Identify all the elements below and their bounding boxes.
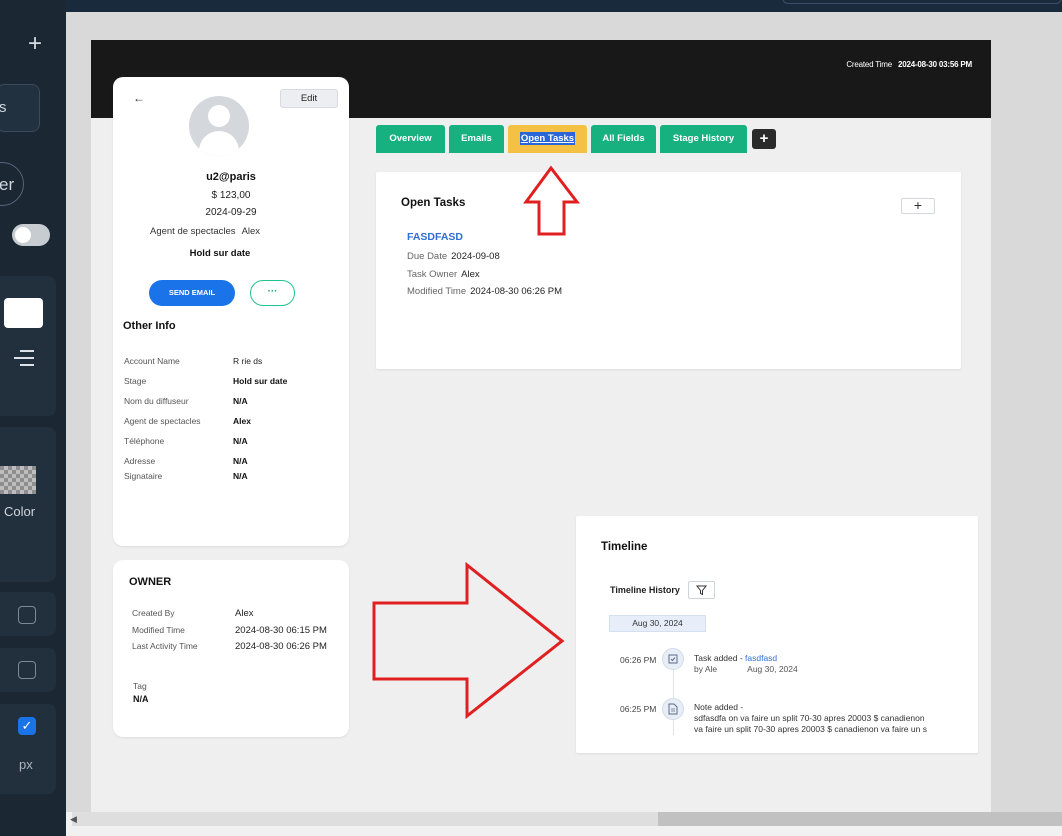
event-time: 06:26 PM bbox=[620, 655, 657, 665]
info-row: Account Name R rie ds bbox=[124, 356, 263, 366]
avatar bbox=[189, 96, 249, 156]
owner-row: Created By Alex bbox=[132, 608, 254, 619]
agent-line: Agent de spectacles Alex bbox=[150, 226, 261, 237]
created-time: Created Time 2024-08-30 03:56 PM bbox=[846, 60, 972, 69]
task-name-link[interactable]: FASDFASD bbox=[407, 231, 463, 243]
deal-stage: Hold sur date bbox=[189, 248, 251, 259]
tab-overview[interactable]: Overview bbox=[376, 125, 445, 153]
event-time: 06:25 PM bbox=[620, 704, 657, 714]
note-doc-icon bbox=[662, 698, 684, 720]
info-row: Stage Hold sur date bbox=[124, 376, 288, 386]
editor-sidebar: + s er Color ✓ px bbox=[0, 0, 66, 836]
sidebar-panel-alignment bbox=[0, 276, 56, 416]
send-email-button[interactable]: SEND EMAIL bbox=[149, 280, 235, 306]
timeline-history-label: Timeline History bbox=[610, 585, 680, 595]
timeline-date-chip: Aug 30, 2024 bbox=[609, 615, 706, 632]
tab-open-tasks[interactable]: Open Tasks bbox=[508, 125, 587, 153]
add-tab-button[interactable]: + bbox=[752, 129, 776, 149]
color-label: Color bbox=[4, 504, 36, 519]
sidebar-circle-option[interactable]: er bbox=[0, 162, 24, 206]
task-owner: Task Owner Alex bbox=[407, 269, 480, 280]
scroll-thumb[interactable] bbox=[658, 812, 1062, 826]
scroll-left-icon[interactable]: ◀ bbox=[70, 814, 77, 825]
event-text: Note added - sdfasdfa on va faire un spl… bbox=[694, 702, 927, 734]
checkbox-unchecked-1[interactable] bbox=[18, 606, 36, 624]
event-link[interactable]: fasdfasd bbox=[745, 653, 777, 663]
info-row: Signataire N/A bbox=[124, 471, 248, 481]
deal-name: u2@paris bbox=[206, 171, 256, 183]
owner-row: Modified Time 2024-08-30 06:15 PM bbox=[132, 625, 327, 636]
edit-button[interactable]: Edit bbox=[280, 89, 338, 108]
filter-icon[interactable] bbox=[688, 581, 715, 599]
white-color-swatch[interactable] bbox=[4, 298, 43, 328]
deal-date: 2024-09-29 bbox=[205, 207, 257, 218]
profile-card: ← Edit u2@paris $ 123,00 2024-09-29 Agen… bbox=[113, 77, 349, 546]
add-icon[interactable]: + bbox=[28, 30, 42, 58]
owner-card: OWNER Created By Alex Modified Time 2024-0… bbox=[113, 560, 349, 737]
deal-amount: $ 123,00 bbox=[211, 190, 251, 201]
checkbox-checked[interactable]: ✓ bbox=[18, 717, 36, 735]
align-right-icon[interactable] bbox=[14, 350, 34, 371]
sidebar-toggle[interactable] bbox=[12, 224, 50, 246]
tag-value: N/A bbox=[133, 694, 149, 704]
back-arrow-icon[interactable]: ← bbox=[133, 91, 145, 105]
top-search-pill[interactable] bbox=[782, 0, 1062, 4]
unit-label: px bbox=[19, 757, 33, 772]
add-task-button[interactable]: + bbox=[901, 198, 935, 214]
open-tasks-card: Open Tasks + FASDFASD Due Date 2024-09-08… bbox=[376, 172, 961, 369]
timeline-card: Timeline Timeline History Aug 30, 2024 0… bbox=[576, 516, 978, 753]
event-meta: by Ale Aug 30, 2024 bbox=[694, 664, 798, 674]
timeline-title: Timeline bbox=[601, 541, 648, 553]
owner-row: Last Activity Time 2024-08-30 06:26 PM bbox=[132, 641, 327, 652]
info-row: Téléphone N/A bbox=[124, 436, 248, 446]
scroll-track[interactable] bbox=[72, 812, 658, 826]
tag-label: Tag bbox=[133, 681, 147, 691]
sidebar-option-box[interactable]: s bbox=[0, 84, 40, 132]
owner-title: OWNER bbox=[129, 576, 172, 588]
horizontal-scrollbar[interactable]: ◀ bbox=[66, 812, 1062, 836]
tab-stage-history[interactable]: Stage History bbox=[660, 125, 747, 153]
tab-all-fields[interactable]: All Fields bbox=[591, 125, 656, 153]
other-info-title: Other Info bbox=[123, 320, 176, 332]
event-text: Task added - fasdfasd bbox=[694, 653, 778, 663]
more-options-button[interactable]: ··· bbox=[250, 280, 295, 306]
tab-emails[interactable]: Emails bbox=[449, 125, 504, 153]
open-tasks-title: Open Tasks bbox=[401, 197, 466, 209]
task-modified-time: Modified Time 2024-08-30 06:26 PM bbox=[407, 286, 563, 297]
task-due-date: Due Date 2024-09-08 bbox=[407, 251, 500, 262]
info-row: Adresse N/A bbox=[124, 456, 248, 466]
info-row: Agent de spectacles Alex bbox=[124, 416, 251, 426]
task-check-icon bbox=[662, 648, 684, 670]
info-row: Nom du diffuseur N/A bbox=[124, 396, 248, 406]
checkbox-unchecked-2[interactable] bbox=[18, 661, 36, 679]
app-top-bar bbox=[66, 0, 1062, 12]
transparent-color-swatch[interactable] bbox=[0, 466, 36, 494]
